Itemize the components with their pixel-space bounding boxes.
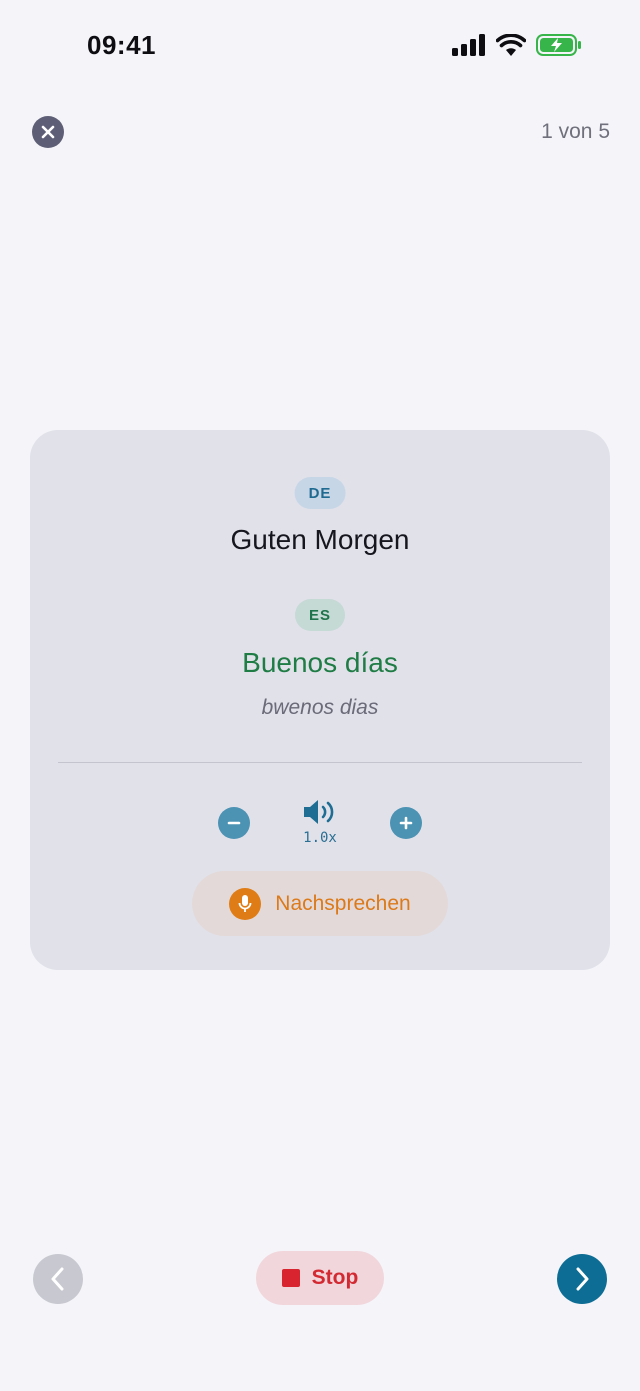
status-time: 09:41 <box>87 30 156 60</box>
battery-charging-icon <box>536 34 581 56</box>
repeat-label: Nachsprechen <box>275 891 411 915</box>
close-icon <box>41 125 55 139</box>
flashcard-screen: 09:41 1 von 5 DE Guten Morgen ES Buenos … <box>0 0 640 1391</box>
speed-label: 1.0x <box>303 830 337 846</box>
stop-label: Stop <box>311 1266 359 1289</box>
signal-icon <box>452 34 485 56</box>
card-divider <box>58 762 582 763</box>
repeat-after-me-button[interactable]: Nachsprechen <box>192 871 448 936</box>
chevron-right-icon <box>576 1267 589 1291</box>
target-language-badge: ES <box>294 599 346 631</box>
plus-icon <box>399 816 413 830</box>
close-button[interactable] <box>32 116 64 148</box>
speed-decrease-button[interactable] <box>218 807 250 839</box>
status-icons <box>452 34 582 56</box>
source-phrase: Guten Morgen <box>230 524 410 555</box>
minus-icon <box>227 821 241 825</box>
source-language-badge: DE <box>294 477 346 509</box>
chevron-left-icon <box>51 1267 64 1291</box>
target-phrase: Buenos días <box>242 647 398 678</box>
pronunciation-hint: bwenos dias <box>261 696 379 719</box>
stop-icon <box>281 1269 300 1287</box>
previous-button[interactable] <box>33 1254 83 1304</box>
speaker-icon[interactable] <box>302 798 338 826</box>
progress-counter: 1 von 5 <box>541 120 610 143</box>
stop-button[interactable]: Stop <box>256 1251 384 1305</box>
speed-increase-button[interactable] <box>390 807 422 839</box>
mic-icon <box>229 887 262 920</box>
wifi-icon <box>496 34 526 56</box>
next-button[interactable] <box>557 1254 607 1304</box>
phrase-card: DE Guten Morgen ES Buenos días bwenos di… <box>30 430 610 970</box>
